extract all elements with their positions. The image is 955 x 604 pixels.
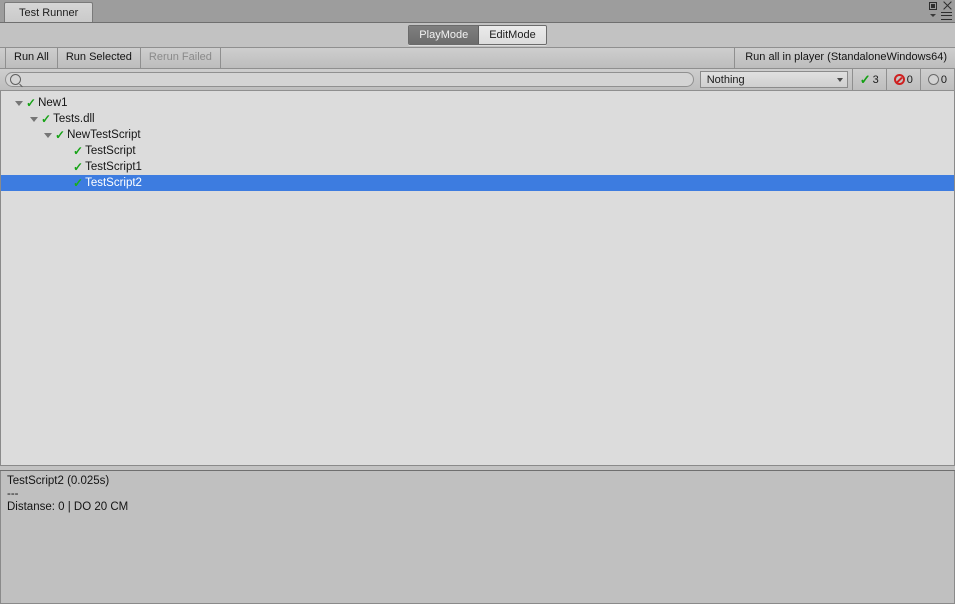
tree-row-testscript2[interactable]: ✓ TestScript2 bbox=[1, 175, 954, 191]
passed-count[interactable]: ✓ 3 bbox=[851, 69, 886, 90]
tree-row-label: New1 bbox=[38, 97, 68, 109]
chevron-down-icon[interactable] bbox=[44, 132, 52, 138]
tab-test-runner[interactable]: Test Runner bbox=[4, 2, 94, 22]
tree-row-label: TestScript1 bbox=[85, 161, 142, 173]
filter-dropdown-value: Nothing bbox=[706, 73, 745, 86]
run-all-in-player-button[interactable]: Run all in player (StandaloneWindows64) bbox=[734, 48, 955, 68]
tree-row-label: TestScript2 bbox=[85, 177, 142, 189]
run-toolbar: Run All Run Selected Rerun Failed Run al… bbox=[0, 47, 955, 69]
close-icon[interactable] bbox=[942, 1, 952, 11]
failed-count[interactable]: 0 bbox=[885, 69, 920, 90]
check-icon: ✓ bbox=[73, 160, 84, 174]
tab-editmode[interactable]: EditMode bbox=[479, 26, 546, 44]
tree-row-newtestscript[interactable]: ✓ NewTestScript bbox=[1, 127, 954, 143]
chevron-down-icon bbox=[836, 77, 843, 82]
failed-count-value: 0 bbox=[906, 73, 913, 86]
chevron-down-icon[interactable] bbox=[30, 116, 38, 122]
window-controls bbox=[929, 1, 952, 20]
search-field[interactable] bbox=[5, 72, 694, 87]
tree-row-label: TestScript bbox=[85, 145, 136, 157]
check-icon: ✓ bbox=[26, 96, 37, 110]
mode-toggle-row: PlayMode EditMode bbox=[0, 23, 955, 47]
test-tree[interactable]: ✓ New1 ✓ Tests.dll ✓ NewTestScript ✓ Tes… bbox=[0, 91, 955, 465]
skipped-count-value: 0 bbox=[940, 73, 947, 86]
tree-row-new1[interactable]: ✓ New1 bbox=[1, 95, 954, 111]
search-icon bbox=[10, 74, 21, 85]
hamburger-menu-icon[interactable] bbox=[941, 11, 952, 20]
skipped-icon bbox=[927, 74, 939, 85]
search-input[interactable] bbox=[24, 73, 693, 86]
run-selected-button[interactable]: Run Selected bbox=[58, 48, 141, 68]
chevron-down-icon[interactable] bbox=[930, 14, 936, 17]
check-icon: ✓ bbox=[859, 72, 871, 87]
skipped-count[interactable]: 0 bbox=[919, 69, 955, 90]
passed-count-value: 3 bbox=[872, 73, 879, 86]
check-icon: ✓ bbox=[73, 176, 84, 190]
tree-row-testscript[interactable]: ✓ TestScript bbox=[1, 143, 954, 159]
test-detail-panel[interactable]: TestScript2 (0.025s) --- Distanse: 0 | D… bbox=[0, 471, 955, 604]
tab-playmode[interactable]: PlayMode bbox=[409, 26, 480, 44]
mode-segmented-control: PlayMode EditMode bbox=[408, 25, 547, 45]
maximize-icon[interactable] bbox=[929, 1, 937, 10]
check-icon: ✓ bbox=[55, 128, 66, 142]
failed-icon bbox=[893, 74, 905, 85]
status-counters: ✓ 3 0 0 bbox=[851, 69, 955, 90]
tree-row-label: NewTestScript bbox=[67, 129, 141, 141]
rerun-failed-button: Rerun Failed bbox=[141, 48, 221, 68]
run-all-button[interactable]: Run All bbox=[5, 48, 58, 68]
detail-line-title: TestScript2 (0.025s) bbox=[7, 475, 110, 487]
test-runner-window: Test Runner PlayMode EditMode Run All Ru… bbox=[0, 0, 955, 604]
filter-row: Nothing ✓ 3 0 0 bbox=[0, 69, 955, 91]
detail-line-output: Distanse: 0 | DO 20 CM bbox=[7, 501, 129, 513]
detail-line-separator: --- bbox=[7, 488, 19, 500]
check-icon: ✓ bbox=[41, 112, 52, 126]
tree-row-testscript1[interactable]: ✓ TestScript1 bbox=[1, 159, 954, 175]
chevron-down-icon[interactable] bbox=[15, 100, 23, 106]
tree-row-label: Tests.dll bbox=[53, 113, 95, 125]
filter-dropdown[interactable]: Nothing bbox=[699, 71, 848, 88]
tree-row-tests-dll[interactable]: ✓ Tests.dll bbox=[1, 111, 954, 127]
titlebar: Test Runner bbox=[0, 0, 955, 23]
check-icon: ✓ bbox=[73, 144, 84, 158]
